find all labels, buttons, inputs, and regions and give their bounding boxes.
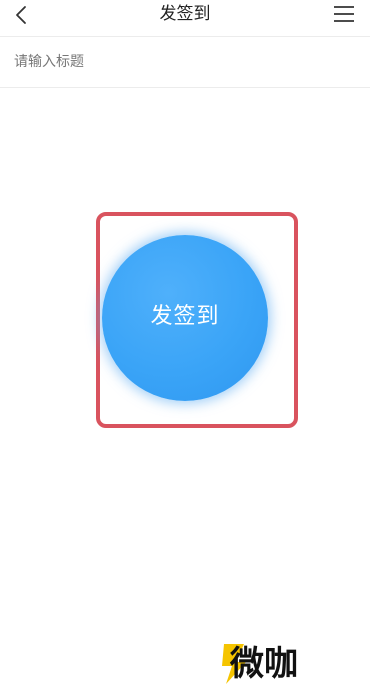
top-nav-bar: 发签到 xyxy=(0,0,370,37)
hamburger-menu-icon xyxy=(334,6,354,22)
screen: 发签到 发签到 微咖 xyxy=(0,0,370,690)
signin-button-label: 发签到 xyxy=(150,304,220,329)
signin-button[interactable]: 发签到 xyxy=(102,235,268,401)
watermark: 微咖 xyxy=(218,642,328,686)
title-input[interactable] xyxy=(14,49,344,75)
watermark-text: 微咖 xyxy=(230,644,298,684)
title-row xyxy=(0,37,370,88)
page-title: 发签到 xyxy=(159,4,211,24)
menu-button[interactable] xyxy=(332,4,356,24)
